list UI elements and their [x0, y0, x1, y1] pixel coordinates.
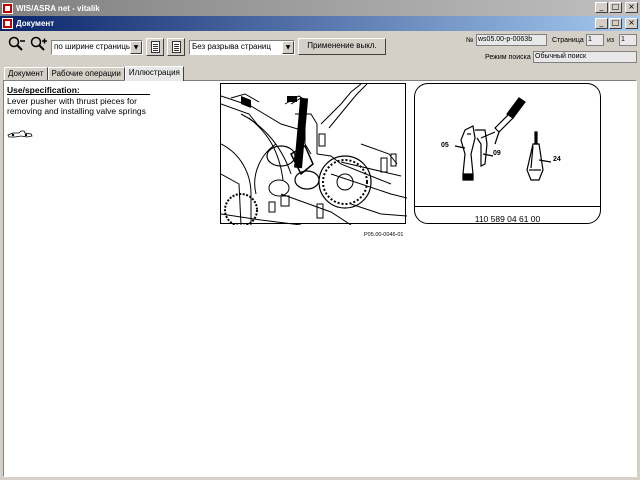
document-window-icon	[2, 18, 13, 29]
spec-description: Lever pusher with thrust pieces for remo…	[7, 96, 146, 116]
tool-thumbnail-icon	[7, 130, 33, 140]
minimize-icon[interactable]: _	[595, 18, 608, 29]
part-number: 110 589 04 61 00	[474, 214, 541, 224]
doc-number-field[interactable]: ws05.00-p-0063b	[476, 34, 547, 46]
tab-bar: Документ Рабочие операции Иллюстрация	[4, 66, 184, 81]
document-content[interactable]: Use/specification: Lever pusher with thr…	[3, 80, 637, 477]
document-window-title: Документ	[16, 19, 55, 28]
callout-09: 09	[493, 150, 501, 157]
close-icon[interactable]: ×	[625, 18, 638, 29]
spec-divider	[7, 94, 150, 95]
document-title-bar: Документ _ □ ×	[0, 16, 640, 31]
minimize-icon[interactable]: _	[595, 2, 608, 13]
page-mode-select[interactable]: Без разрыва страниц ▼	[189, 40, 295, 55]
zoom-out-icon[interactable]	[8, 36, 26, 52]
tab-document[interactable]: Документ	[4, 67, 48, 80]
app-title-bar: WIS/ASRA net - vitalik _ □ ×	[0, 0, 640, 16]
document-list-button[interactable]	[167, 38, 185, 56]
close-icon[interactable]: ×	[625, 2, 638, 13]
maximize-icon[interactable]: □	[609, 18, 622, 29]
app-title: WIS/ASRA net - vitalik	[16, 3, 100, 13]
zoom-select-value: по ширине страницы	[54, 42, 132, 51]
tab-work-operations[interactable]: Рабочие операции	[47, 67, 125, 80]
chevron-down-icon[interactable]: ▼	[130, 41, 142, 54]
engine-drawing	[220, 83, 408, 227]
page-label: Страница	[552, 37, 584, 44]
toolbar: по ширине страницы ▼ Без разрыва страниц…	[0, 31, 640, 66]
document-view-button[interactable]	[146, 38, 164, 56]
search-mode-field[interactable]: Обычный поиск	[533, 51, 637, 63]
tool-parts-illustration: 05 09 24 110 589 04 61 00	[414, 83, 601, 224]
document-list-icon	[172, 41, 181, 53]
search-mode-label: Режим поиска	[485, 54, 531, 61]
page-field[interactable]: 1	[586, 34, 604, 46]
callout-05: 05	[441, 142, 449, 149]
of-label: из	[607, 37, 615, 44]
zoom-select[interactable]: по ширине страницы ▼	[51, 40, 143, 55]
engine-illustration	[220, 83, 408, 227]
callout-24: 24	[553, 156, 561, 163]
maximize-icon[interactable]: □	[609, 2, 622, 13]
chevron-down-icon[interactable]: ▼	[282, 41, 294, 54]
tab-illustration[interactable]: Иллюстрация	[124, 66, 184, 81]
figure-code: P05.00-0046-01	[364, 232, 404, 238]
document-icon	[151, 41, 160, 53]
apply-toggle-button[interactable]: Применение выкл.	[298, 38, 386, 55]
page-count-field: 1	[619, 34, 637, 46]
app-icon	[2, 2, 13, 14]
page-mode-select-value: Без разрыва страниц	[192, 42, 271, 51]
doc-number-label: №	[466, 37, 474, 44]
zoom-in-icon[interactable]	[30, 36, 48, 52]
figure-divider	[415, 206, 600, 207]
